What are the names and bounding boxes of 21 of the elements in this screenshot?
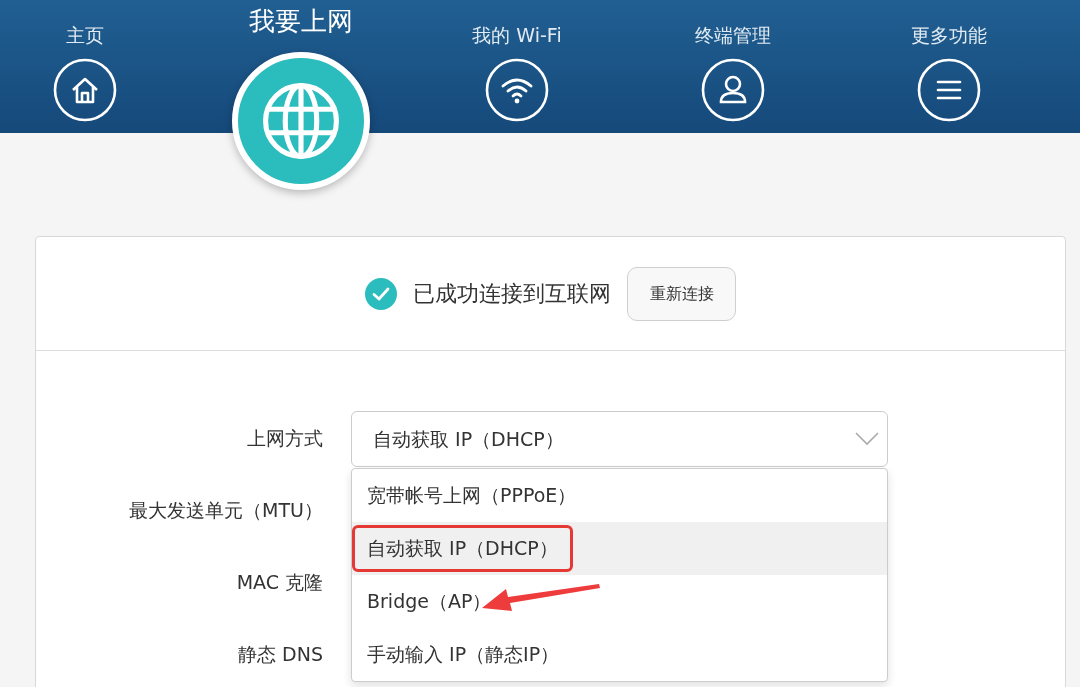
status-text: 已成功连接到互联网 [413,280,611,308]
user-icon [701,58,765,122]
field-label: 上网方式 [246,426,323,451]
field-label: MAC 克隆 [235,570,323,595]
chevron-down-icon [855,432,879,446]
home-icon [53,58,117,122]
dropdown-option[interactable]: 手动输入 IP（静态IP） [352,628,887,681]
connection-type-select[interactable]: 自动获取 IP（DHCP） [351,411,888,467]
reconnect-button[interactable]: 重新连接 [627,266,736,321]
field-label: 静态 DNS [237,642,323,667]
nav-tab[interactable]: 终端管理 [648,0,818,122]
nav-tab[interactable]: 主页 [0,0,170,122]
dropdown-option[interactable]: 自动获取 IP（DHCP） [352,522,887,575]
nav-tab[interactable]: 我的 Wi-Fi [432,0,602,122]
wifi-icon [485,58,549,122]
dropdown-option[interactable]: 宽带帐号上网（PPPoE） [352,469,887,522]
nav-tab[interactable]: 我要上网 [216,0,386,190]
field-label: 最大发送单元（MTU） [128,498,323,523]
nav-tab[interactable]: 更多功能 [864,0,1034,122]
menu-icon [917,58,981,122]
dropdown-option[interactable]: Bridge（AP） [352,575,887,628]
